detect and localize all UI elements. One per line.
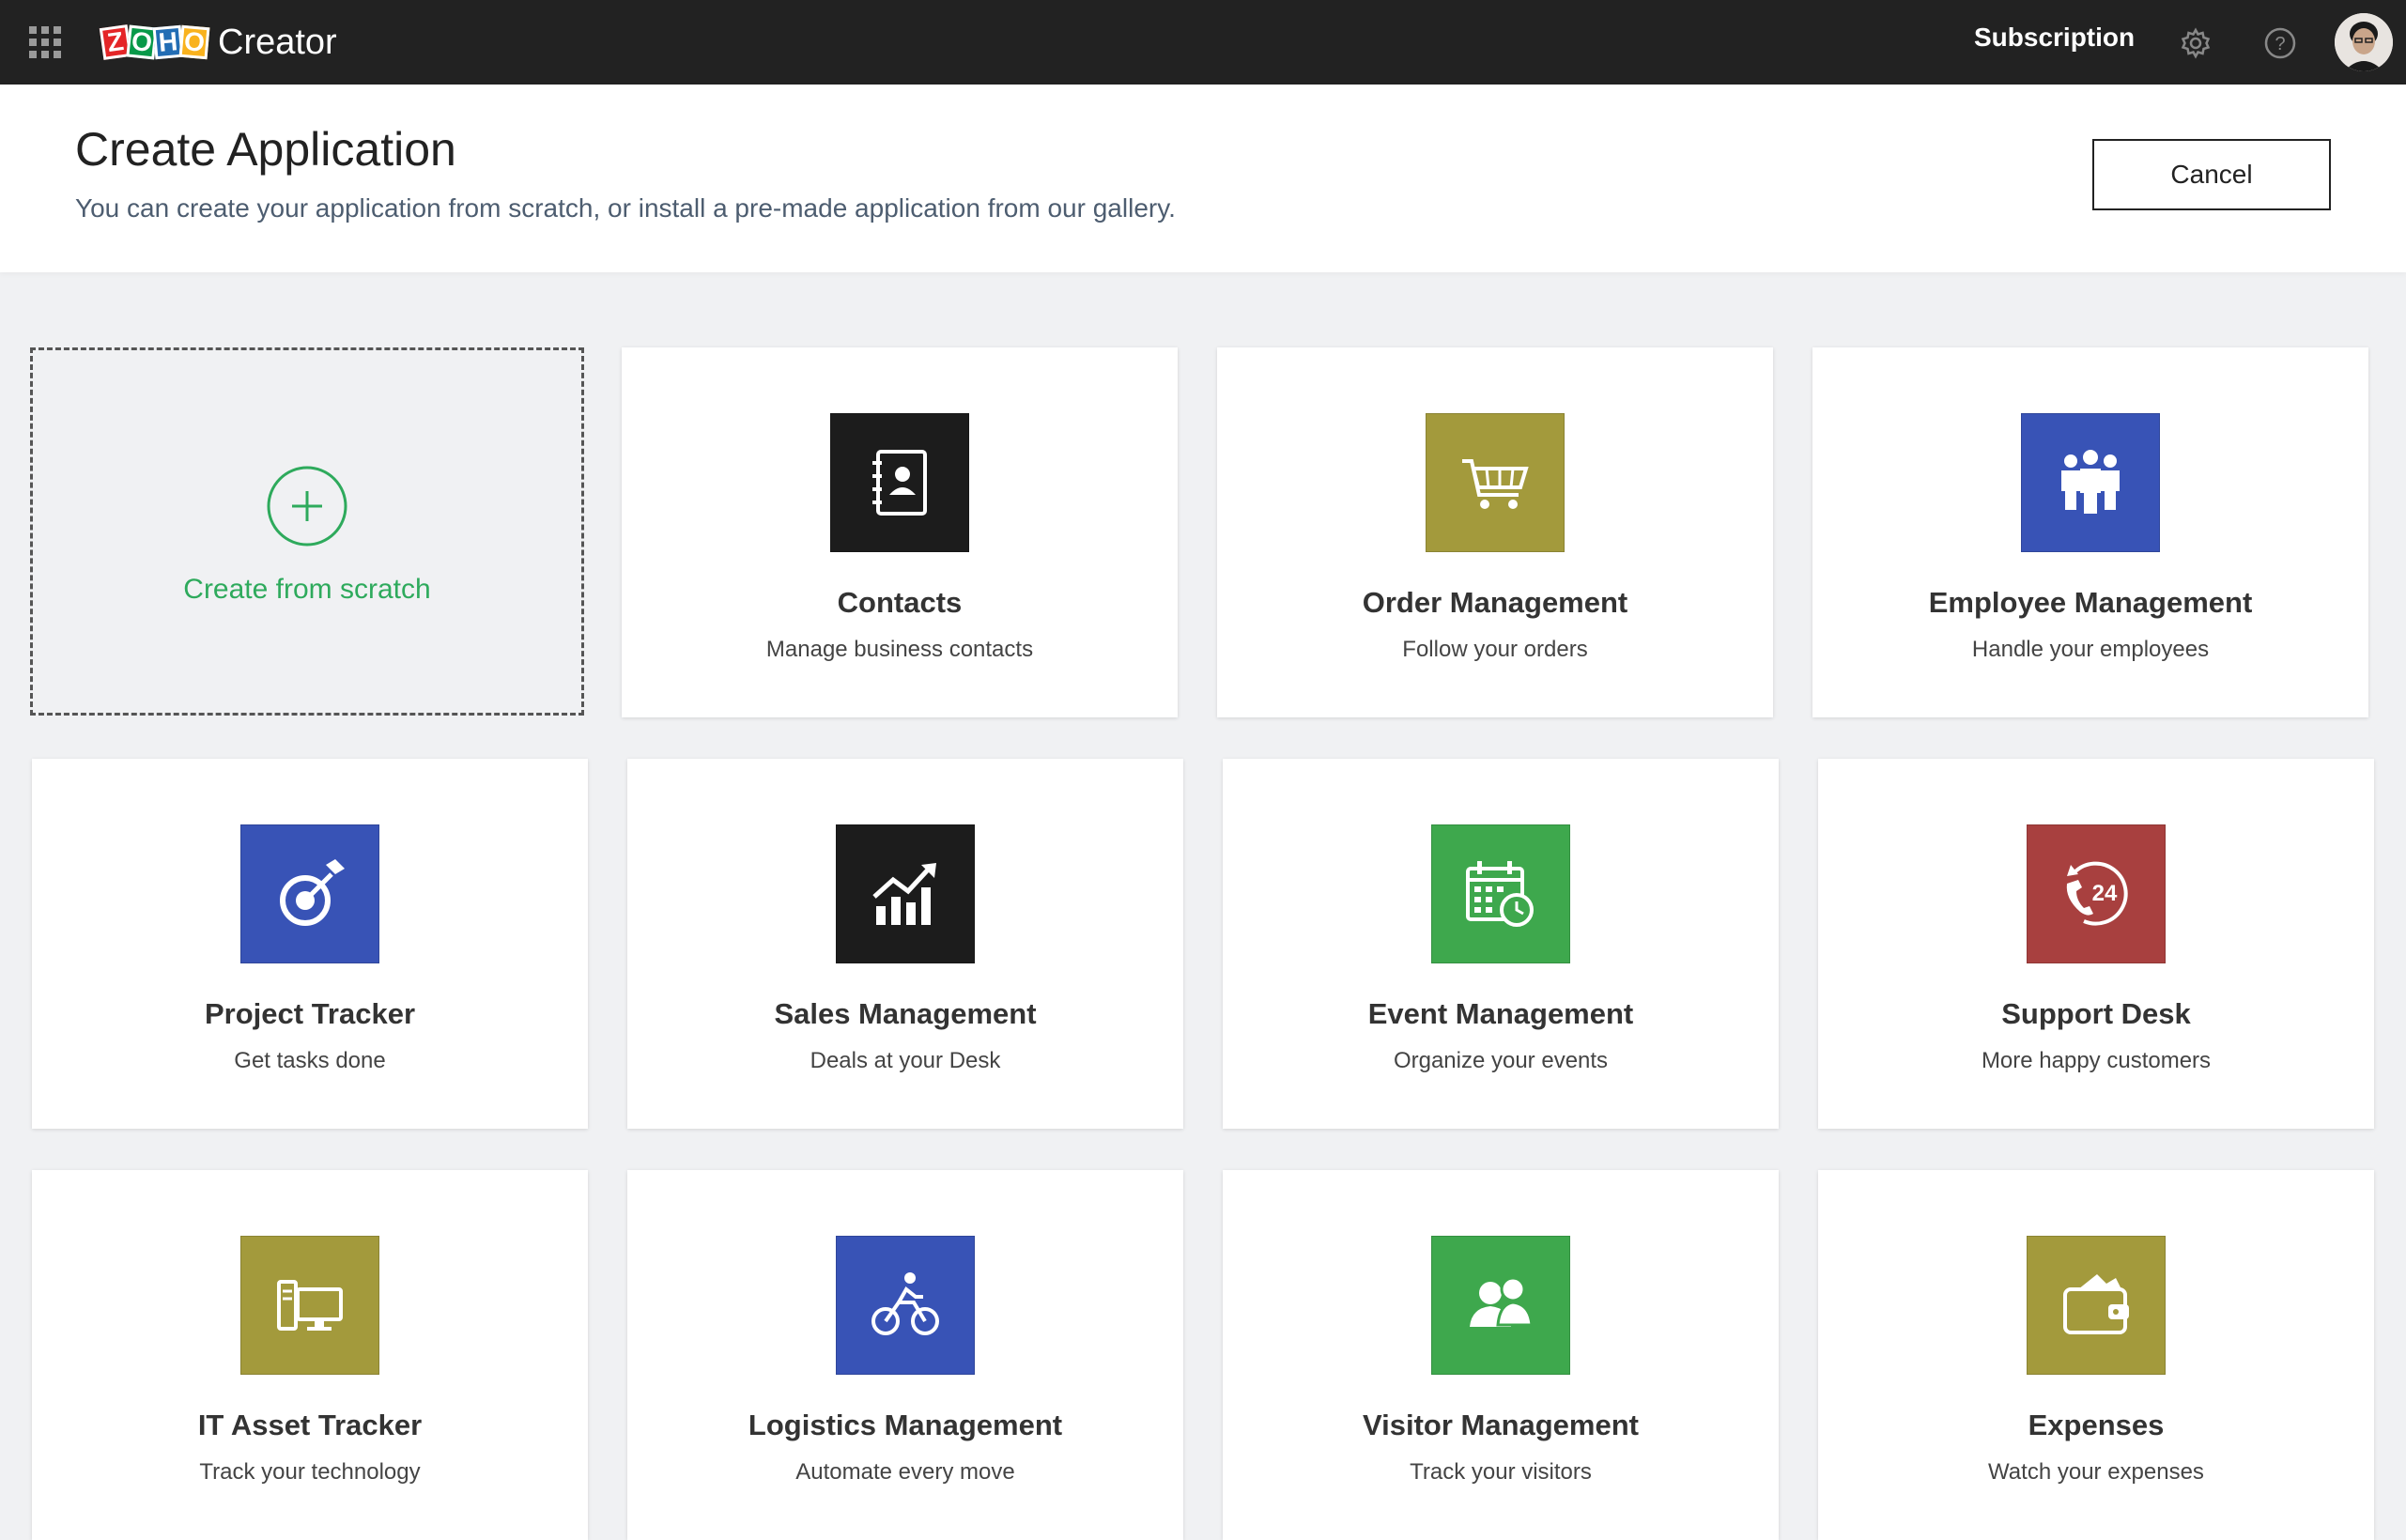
support-24-icon: 24	[2066, 861, 2128, 926]
app-card-employee-management[interactable]: Employee Management Handle your employee…	[1812, 347, 2368, 717]
app-tile	[830, 413, 969, 552]
wallet-icon	[2063, 1274, 2129, 1334]
contact-book-icon	[872, 450, 927, 516]
app-name: Project Tracker	[204, 997, 416, 1030]
app-description: More happy customers	[1981, 1048, 2212, 1073]
app-card-event-management[interactable]: Event Management Organize your events	[1223, 759, 1779, 1129]
create-from-scratch-label: Create from scratch	[183, 574, 431, 605]
app-card-expenses[interactable]: Expenses Watch your expenses	[1818, 1170, 2374, 1540]
app-card-it-asset-tracker[interactable]: IT Asset Tracker Track your technology	[32, 1170, 588, 1540]
app-tile	[240, 824, 379, 963]
cyclist-icon	[871, 1272, 939, 1335]
zoho-logo-mark: Z O H O	[99, 24, 210, 60]
app-name: Logistics Management	[748, 1409, 1063, 1441]
app-description: Handle your employees	[1971, 637, 2210, 662]
app-name: Employee Management	[1928, 586, 2253, 619]
app-tile	[1431, 1236, 1570, 1375]
app-name: Event Management	[1367, 997, 1634, 1030]
app-card-logistics-management[interactable]: Logistics Management Automate every move	[627, 1170, 1183, 1540]
gear-icon[interactable]	[2179, 26, 2213, 60]
svg-text:?: ?	[2275, 34, 2285, 54]
app-tile	[836, 824, 975, 963]
calendar-clock-icon	[1466, 861, 1534, 927]
app-description: Manage business contacts	[765, 637, 1034, 662]
app-tile	[1426, 413, 1565, 552]
app-tile	[2021, 413, 2160, 552]
user-avatar[interactable]	[2335, 13, 2393, 71]
computer-icon	[277, 1280, 343, 1331]
zoho-creator-logo[interactable]: Z O H O Creator	[99, 19, 337, 66]
app-description: Track your visitors	[1410, 1459, 1592, 1485]
app-card-sales-management[interactable]: Sales Management Deals at your Desk	[627, 759, 1183, 1129]
help-icon[interactable]: ?	[2263, 26, 2297, 60]
app-name: Visitor Management	[1362, 1409, 1639, 1441]
app-description: Automate every move	[795, 1459, 1015, 1485]
svg-text:24: 24	[2092, 881, 2118, 906]
page-subtitle: You can create your application from scr…	[75, 193, 1176, 223]
target-icon	[280, 859, 345, 926]
app-tile	[240, 1236, 379, 1375]
app-name: Expenses	[2028, 1409, 2165, 1441]
add-circle-icon	[267, 466, 347, 547]
app-name: Support Desk	[2001, 997, 2191, 1030]
app-tile	[836, 1236, 975, 1375]
page-title: Create Application	[75, 123, 456, 176]
app-tile: 24	[2027, 824, 2166, 963]
subscription-link[interactable]: Subscription	[1974, 23, 2135, 53]
app-name: Contacts	[837, 586, 963, 619]
app-card-contacts[interactable]: Contacts Manage business contacts	[622, 347, 1178, 717]
app-description: Follow your orders	[1402, 637, 1588, 662]
app-name: IT Asset Tracker	[197, 1409, 423, 1441]
page-header: Create Application You can create your a…	[0, 85, 2406, 272]
app-description: Organize your events	[1393, 1048, 1609, 1073]
app-description: Watch your expenses	[1988, 1459, 2204, 1485]
app-description: Track your technology	[199, 1459, 421, 1485]
app-card-support-desk[interactable]: 24 Support Desk More happy customers	[1818, 759, 2374, 1129]
app-tile	[1431, 824, 1570, 963]
app-grid-icon[interactable]	[29, 26, 61, 58]
people-group-icon	[2061, 450, 2120, 514]
sales-chart-icon	[872, 863, 936, 925]
app-card-project-tracker[interactable]: Project Tracker Get tasks done	[32, 759, 588, 1129]
logo-text: Creator	[218, 22, 337, 62]
top-navigation-bar: Z O H O Creator Subscription ?	[0, 0, 2406, 85]
create-from-scratch-card[interactable]: Create from scratch	[30, 347, 584, 716]
cancel-button[interactable]: Cancel	[2092, 139, 2331, 210]
app-name: Sales Management	[774, 997, 1037, 1030]
app-tile	[2027, 1236, 2166, 1375]
app-description: Deals at your Desk	[810, 1048, 1001, 1073]
app-description: Get tasks done	[234, 1048, 386, 1073]
app-card-order-management[interactable]: Order Management Follow your orders	[1217, 347, 1773, 717]
visitors-icon	[1470, 1276, 1534, 1327]
shopping-cart-icon	[1462, 459, 1529, 509]
app-name: Order Management	[1362, 586, 1628, 619]
app-card-visitor-management[interactable]: Visitor Management Track your visitors	[1223, 1170, 1779, 1540]
